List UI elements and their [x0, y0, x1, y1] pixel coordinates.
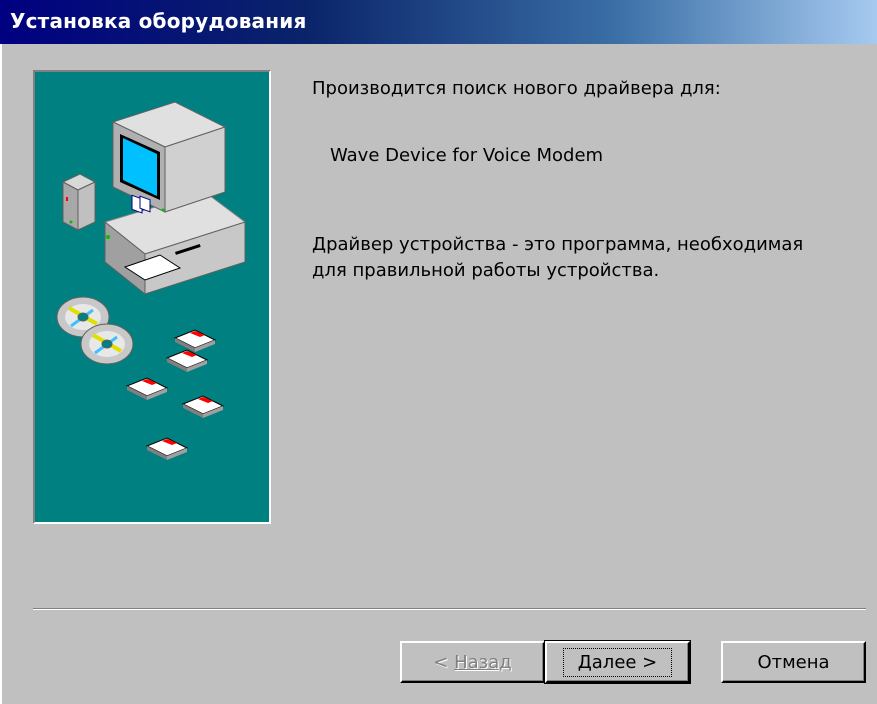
back-button-label: Назад: [454, 651, 512, 673]
cancel-button[interactable]: Отмена: [721, 641, 866, 683]
window-title: Установка оборудования: [10, 9, 307, 33]
search-status-text: Производится поиск нового драйвера для:: [312, 78, 721, 99]
wizard-side-illustration: [33, 70, 271, 524]
cancel-button-label: Отмена: [757, 651, 830, 673]
back-button-prefix: <: [433, 651, 455, 673]
hardware-install-wizard-window: Установка оборудования Производится поис…: [0, 0, 877, 704]
button-separator: [33, 608, 866, 610]
cd-disc-icon: [56, 296, 134, 365]
description-line-1: Драйвер устройства - это программа, необ…: [312, 234, 804, 255]
illustration-graphic: [56, 101, 247, 460]
next-button-label: Далее >: [562, 647, 673, 677]
next-button[interactable]: Далее >: [544, 640, 691, 684]
back-button[interactable]: < Назад: [400, 641, 545, 683]
floppy-disk-icon: [125, 329, 225, 460]
computer-icon: [61, 101, 247, 296]
window-border: [0, 44, 2, 704]
device-name: Wave Device for Voice Modem: [330, 145, 604, 166]
title-bar[interactable]: Установка оборудования: [0, 0, 877, 44]
description-line-2: для правильной работы устройства.: [312, 260, 660, 281]
